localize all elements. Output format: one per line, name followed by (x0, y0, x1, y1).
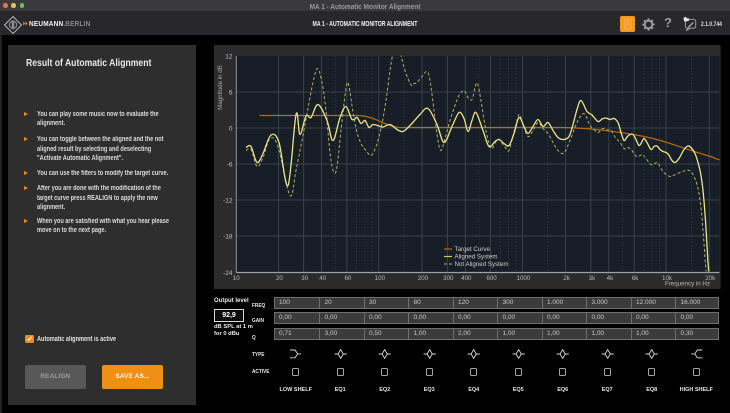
svg-text:-6: -6 (227, 161, 233, 168)
svg-text:300: 300 (443, 275, 454, 282)
svg-text:40: 40 (319, 275, 326, 282)
svg-text:Frequency in Hz: Frequency in Hz (665, 280, 710, 287)
svg-text:600: 600 (486, 275, 497, 282)
svg-text:10: 10 (233, 275, 240, 282)
svg-text:Target Curve: Target Curve (455, 246, 491, 253)
svg-text:2k: 2k (563, 275, 570, 282)
svg-text:12: 12 (225, 53, 233, 60)
svg-text:3k: 3k (589, 275, 596, 282)
svg-text:6: 6 (229, 89, 233, 96)
svg-text:30: 30 (301, 275, 308, 282)
svg-text:20: 20 (276, 275, 283, 282)
svg-text:-12: -12 (223, 197, 233, 204)
svg-text:4k: 4k (607, 275, 614, 282)
svg-text:6k: 6k (632, 275, 639, 282)
svg-text:-18: -18 (223, 233, 233, 240)
svg-text:Not Aligned System: Not Aligned System (455, 261, 509, 268)
svg-text:0: 0 (229, 125, 233, 132)
svg-text:Magnitude in dB: Magnitude in dB (217, 65, 224, 110)
svg-text:100: 100 (375, 275, 386, 282)
svg-text:200: 200 (418, 275, 429, 282)
svg-text:1000: 1000 (517, 275, 531, 282)
svg-text:60: 60 (344, 275, 351, 282)
svg-text:-24: -24 (223, 269, 233, 276)
svg-text:400: 400 (461, 275, 472, 282)
svg-text:Aligned System: Aligned System (455, 253, 498, 260)
